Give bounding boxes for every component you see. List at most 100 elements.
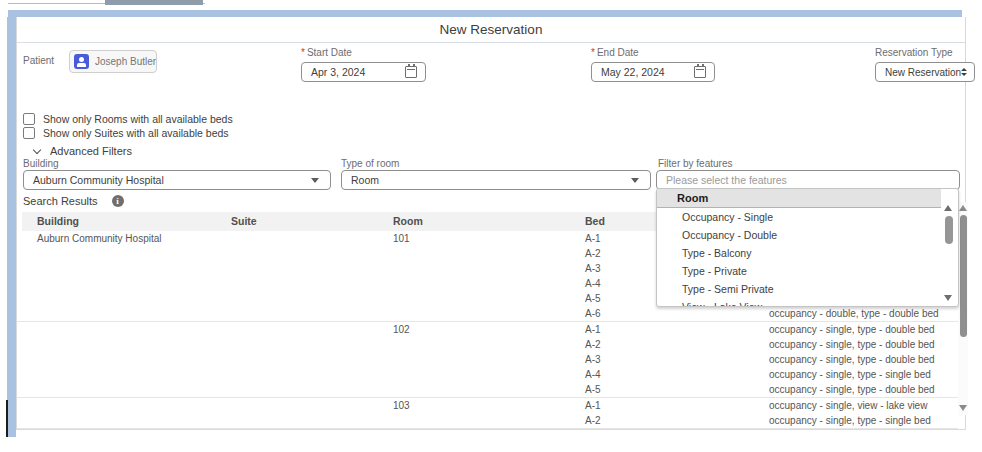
result-row[interactable]: A-5 occupancy - single, type - double bed	[17, 382, 958, 397]
cell-bed: A-1	[585, 231, 601, 246]
advanced-filters-toggle[interactable]: Advanced Filters	[34, 145, 132, 157]
result-row[interactable]: A-2 occupancy - single, type - double bed	[17, 337, 958, 352]
cell-bed: A-5	[585, 382, 601, 397]
required-asterisk: *	[301, 47, 305, 58]
calendar-icon[interactable]	[405, 66, 417, 78]
checkbox-group: Show only Rooms with all available beds S…	[23, 112, 233, 140]
feature-option[interactable]: Type - Private	[657, 262, 941, 280]
room-group-103: 103 A-1 occupancy - single, view - lake vi…	[17, 398, 958, 429]
patient-label: Patient	[23, 55, 54, 66]
features-filter-input[interactable]: Please select the features	[656, 170, 960, 190]
building-value: Auburn Community Hospital	[33, 174, 164, 186]
cell-features: occupancy - single, type - double bed	[769, 322, 935, 337]
feature-option[interactable]: Occupancy - Double	[657, 226, 941, 244]
cell-features: occupancy - single, type - single bed	[769, 367, 931, 382]
features-group-header: Room	[657, 189, 941, 208]
room-group-102: 102 A-1 occupancy - single, type - double …	[17, 322, 958, 398]
cell-features: occupancy - single, type - double bed	[769, 337, 935, 352]
start-date-input[interactable]: Apr 3, 2024	[301, 62, 426, 82]
background-cursor-line	[6, 400, 8, 437]
features-options-list: Occupancy - SingleOccupancy - DoubleType…	[657, 208, 941, 307]
dropdown-scrollbar-thumb[interactable]	[945, 216, 953, 244]
cell-building: Auburn Community Hospital	[37, 231, 162, 246]
show-only-checkbox-row: Show only Suites with all available beds	[23, 126, 233, 139]
cell-bed: A-4	[585, 367, 601, 382]
result-row[interactable]: 103 A-1 occupancy - single, view - lake vi…	[17, 398, 958, 413]
cell-bed: A-4	[585, 276, 601, 291]
top-accent-bar	[8, 10, 962, 17]
show-only-checkbox-row: Show only Rooms with all available beds	[23, 112, 233, 125]
building-label: Building	[23, 158, 59, 169]
cell-bed: A-3	[585, 261, 601, 276]
checkbox[interactable]	[23, 127, 35, 139]
cell-room: 102	[393, 322, 410, 337]
column-header-bed: Bed	[585, 212, 605, 231]
cell-features: occupancy - single, type - double bed	[769, 382, 935, 397]
cell-features: occupancy - double, type - double bed	[769, 306, 939, 321]
result-row[interactable]: 102 A-1 occupancy - single, type - double …	[17, 322, 958, 337]
cell-bed: A-2	[585, 246, 601, 261]
cell-room: 101	[393, 231, 410, 246]
new-reservation-modal: New Reservation Patient Joseph Butler *S…	[16, 17, 966, 430]
contact-icon	[74, 54, 89, 69]
dropdown-arrow-icon	[311, 178, 319, 183]
reservation-type-label: Reservation Type	[875, 47, 953, 58]
features-dropdown: Room Occupancy - SingleOccupancy - Doubl…	[656, 188, 959, 307]
feature-option[interactable]: Type - Balcony	[657, 244, 941, 262]
dropdown-scroll-down-icon[interactable]	[944, 295, 952, 301]
feature-option[interactable]: Occupancy - Single	[657, 208, 941, 226]
scroll-down-icon[interactable]	[959, 405, 967, 411]
advanced-filters-label: Advanced Filters	[50, 145, 132, 157]
result-row[interactable]: A-6 occupancy - double, type - double bed	[17, 306, 958, 321]
cell-room: 103	[393, 398, 410, 413]
calendar-icon[interactable]	[694, 66, 706, 78]
room-type-select[interactable]: Room	[341, 170, 651, 190]
checkbox-label: Show only Suites with all available beds	[43, 127, 229, 139]
checkbox-label: Show only Rooms with all available beds	[43, 113, 233, 125]
building-select[interactable]: Auburn Community Hospital	[23, 170, 331, 190]
reservation-type-value: New Reservation	[885, 67, 961, 78]
cell-bed: A-6	[585, 306, 601, 321]
cell-features: occupancy - single, view - lake view	[769, 398, 927, 413]
checkbox[interactable]	[23, 113, 35, 125]
search-results-label: Search Results	[23, 195, 98, 207]
end-date-input[interactable]: May 22, 2024	[591, 62, 715, 82]
column-header-building: Building	[37, 212, 79, 231]
cell-bed: A-2	[585, 337, 601, 352]
room-type-label: Type of room	[341, 158, 399, 169]
select-updown-icon	[961, 68, 967, 77]
start-date-label: *Start Date	[301, 47, 352, 58]
reservation-type-select[interactable]: New Reservation	[875, 62, 975, 82]
scroll-up-icon[interactable]	[959, 205, 967, 211]
chevron-down-icon	[33, 145, 41, 153]
features-filter-label: Filter by features	[658, 158, 732, 169]
start-date-value: Apr 3, 2024	[311, 66, 365, 78]
result-row[interactable]: A-4 occupancy - single, type - single bed	[17, 367, 958, 382]
column-header-suite: Suite	[231, 212, 257, 231]
cell-bed: A-1	[585, 322, 601, 337]
dropdown-arrow-icon	[631, 178, 639, 183]
cell-bed: A-1	[585, 398, 601, 413]
required-asterisk: *	[591, 47, 595, 58]
left-accent-strip	[7, 17, 16, 437]
table-scrollbar[interactable]	[958, 202, 968, 415]
patient-pill[interactable]: Joseph Butler	[69, 50, 157, 73]
end-date-label: *End Date	[591, 47, 639, 58]
feature-option[interactable]: Type - Semi Private	[657, 280, 941, 298]
cell-features: occupancy - single, type - double bed	[769, 352, 935, 367]
search-results-header: Search Results	[23, 195, 124, 207]
end-date-value: May 22, 2024	[601, 66, 665, 78]
background-tab	[105, 0, 203, 5]
info-icon[interactable]	[112, 195, 124, 207]
scrollbar-thumb[interactable]	[960, 215, 967, 337]
cell-bed: A-5	[585, 291, 601, 306]
column-header-room: Room	[393, 212, 423, 231]
result-row[interactable]: A-2 occupancy - single, type - single bed	[17, 413, 958, 428]
feature-option[interactable]: View - Lake View	[657, 298, 941, 307]
page-title: New Reservation	[17, 17, 965, 43]
cell-bed: A-2	[585, 413, 601, 428]
dropdown-scroll-up-icon[interactable]	[944, 205, 952, 211]
result-row[interactable]: A-3 occupancy - single, type - double bed	[17, 352, 958, 367]
cell-features: occupancy - single, type - single bed	[769, 413, 931, 428]
cell-bed: A-3	[585, 352, 601, 367]
